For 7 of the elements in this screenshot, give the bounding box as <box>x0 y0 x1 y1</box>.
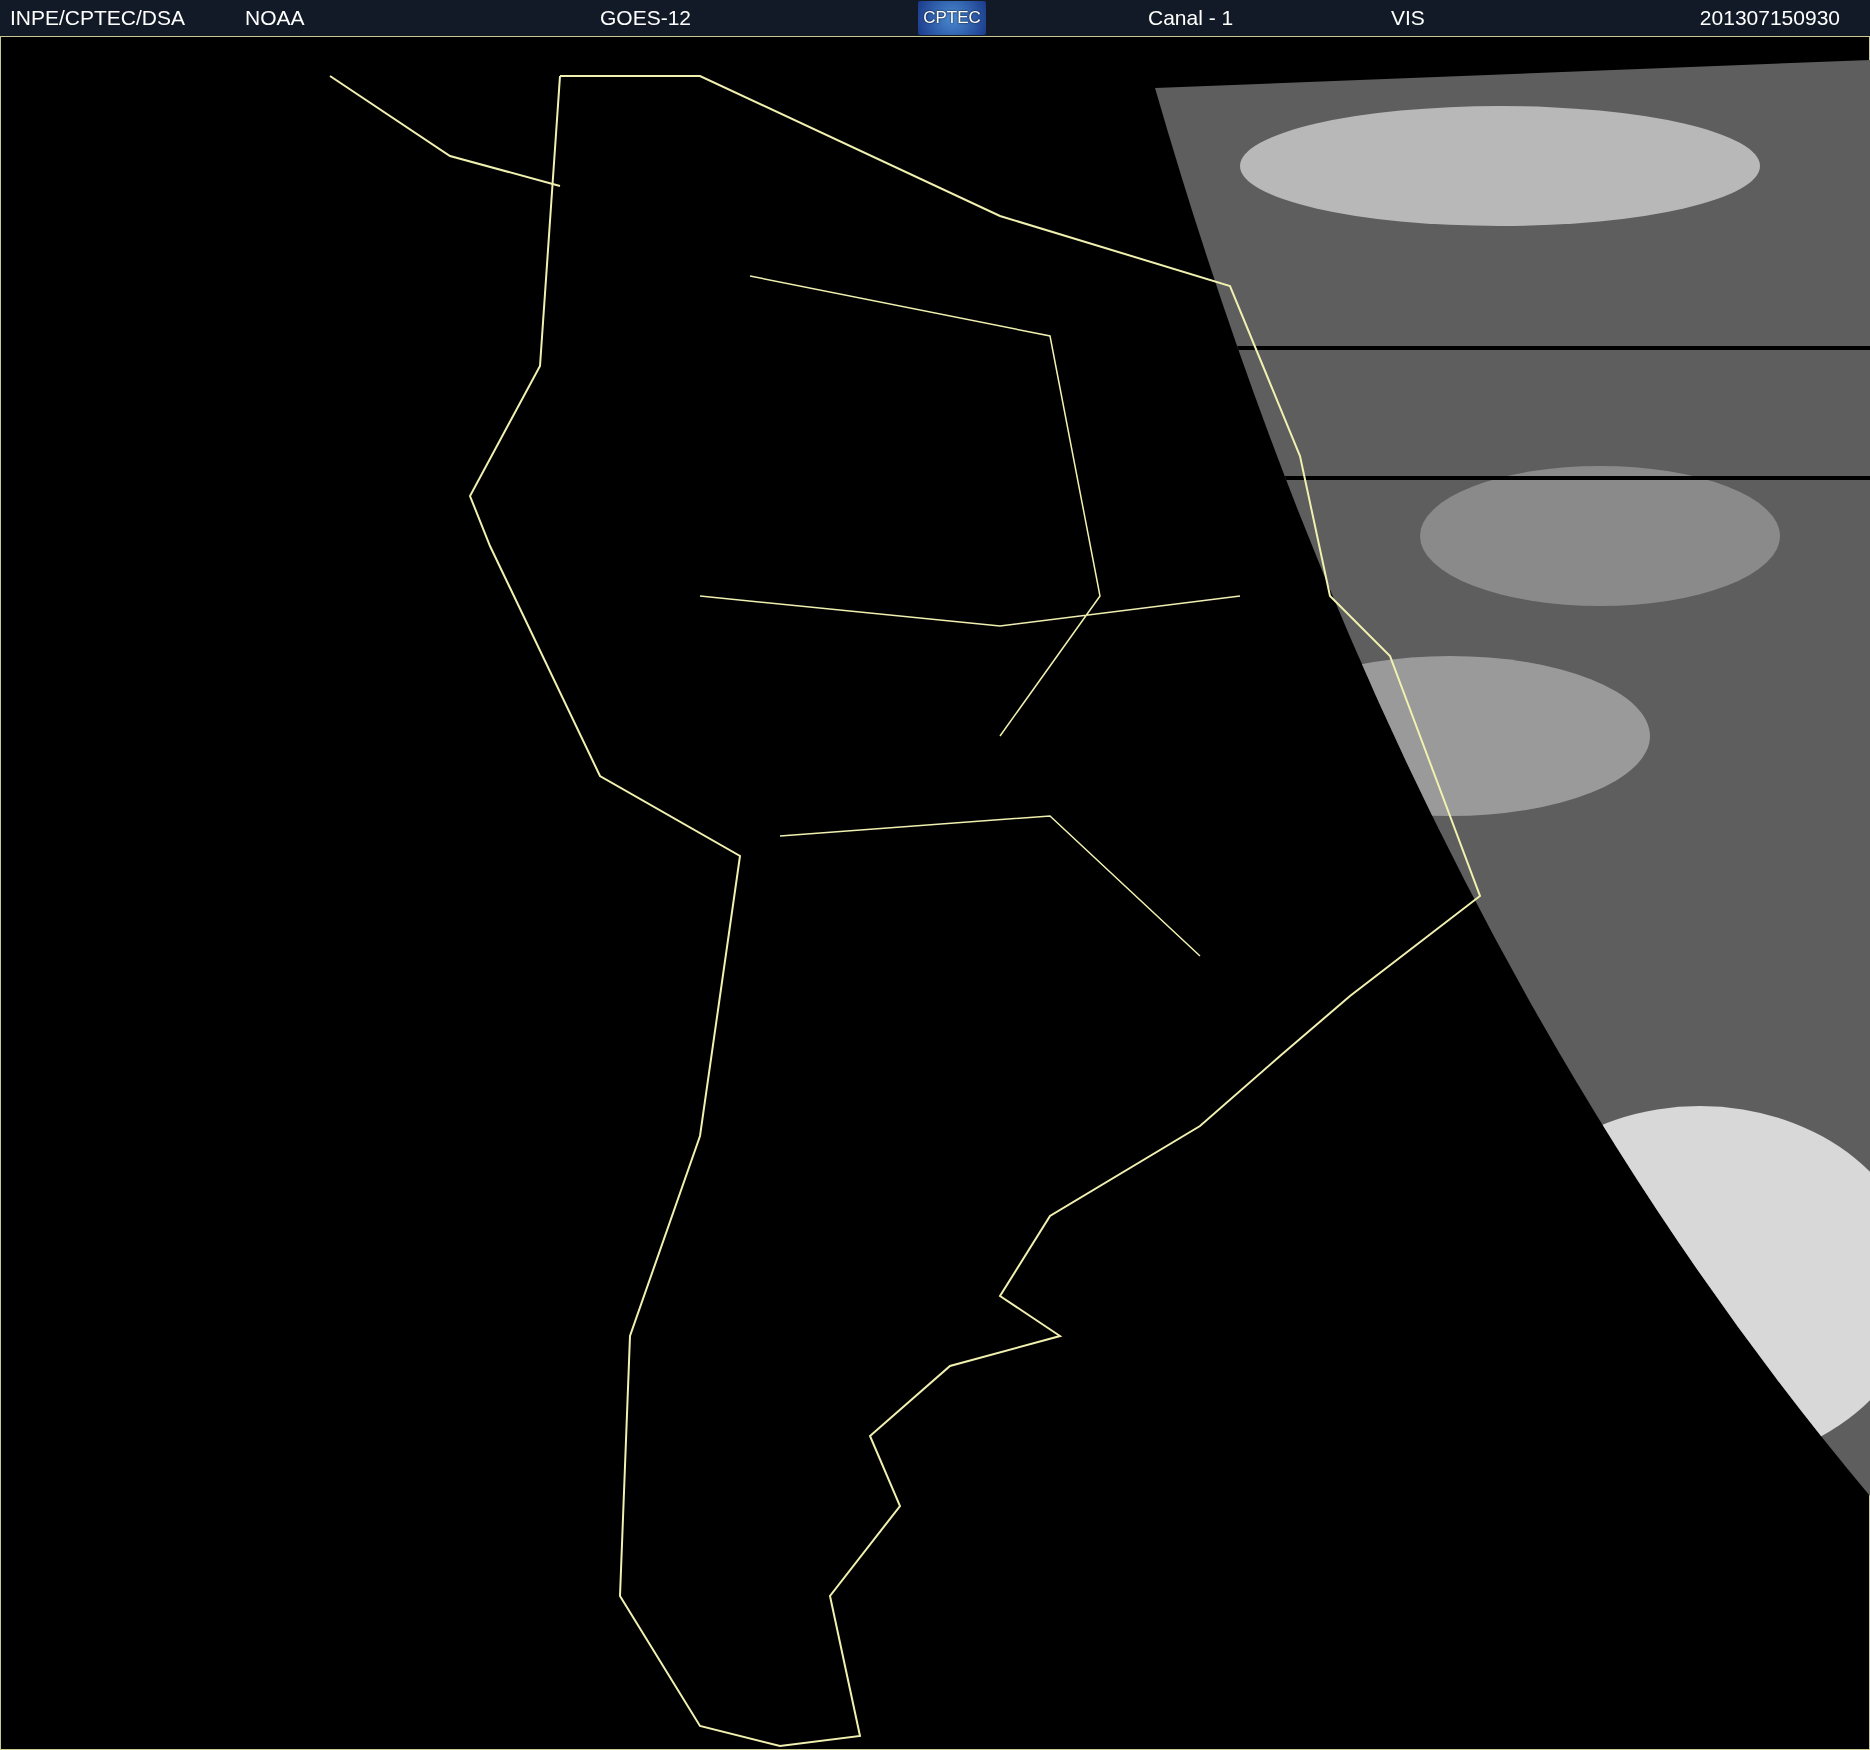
band-label: VIS <box>1391 5 1425 32</box>
source-label: INPE/CPTEC/DSA <box>10 5 187 32</box>
timestamp-label: 201307150930 <box>1699 5 1840 32</box>
channel-label: Canal - 1 <box>1148 5 1235 32</box>
satellite-label: GOES-12 <box>600 5 693 32</box>
logo: CPTEC <box>918 1 986 35</box>
agency-label: NOAA <box>245 5 306 32</box>
